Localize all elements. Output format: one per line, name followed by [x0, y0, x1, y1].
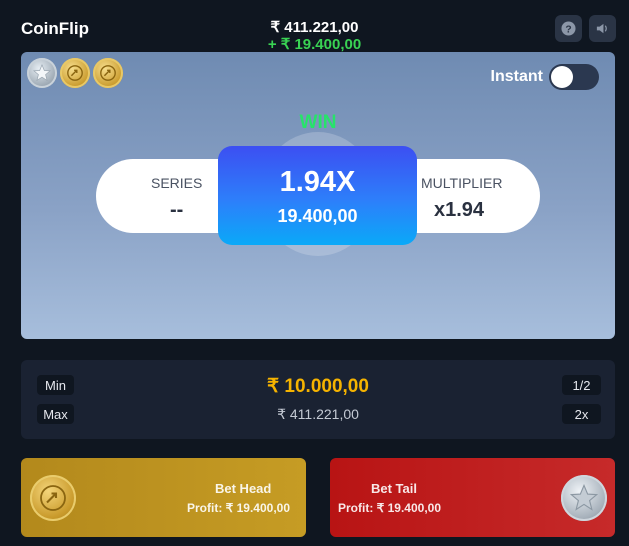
balance-amount: ₹ 411.221,00 [270, 19, 359, 36]
game-stage: Instant WIN SERIES -- MULTIPLIER x1.94 1… [21, 52, 615, 339]
multiplier-label: MULTIPLIER [421, 175, 503, 191]
history-coin-head [60, 58, 90, 88]
multiplier-value: x1.94 [434, 199, 485, 221]
series-panel: SERIES -- [96, 159, 236, 233]
win-amount: 19.400,00 [277, 206, 358, 226]
history-coin-tail [27, 58, 57, 88]
series-label: SERIES [151, 175, 203, 191]
tail-coin [561, 475, 607, 521]
bet-head-label: Bet Head [215, 481, 272, 496]
half-button[interactable]: 1/2 [562, 375, 601, 395]
toggle-knob [551, 66, 573, 88]
series-value: -- [170, 199, 184, 221]
win-label: WIN [299, 112, 337, 133]
bet-tail-profit: Profit: ₹ 19.400,00 [338, 501, 442, 515]
instant-control: Instant [491, 64, 599, 90]
head-coin-icon [100, 65, 116, 81]
bet-amount-value[interactable]: ₹ 10.000,00 [21, 375, 615, 398]
question-circle-icon: ? [561, 21, 576, 36]
win-result-card: 1.94X 19.400,00 [218, 146, 417, 245]
bet-amount-panel: Min Max ₹ 10.000,00 ₹ 411.221,00 1/2 2x [21, 360, 615, 439]
speaker-icon [596, 23, 607, 34]
star-coin-icon [33, 64, 51, 82]
balance-change: + ₹ 19.400,00 [267, 36, 362, 53]
multiplier-panel: MULTIPLIER x1.94 [400, 159, 540, 233]
bet-tail-button[interactable]: Bet Tail Profit: ₹ 19.400,00 [330, 458, 615, 537]
head-coin-icon [67, 65, 83, 81]
star-coin-icon [570, 484, 598, 511]
instant-label: Instant [490, 68, 543, 85]
balance-display: ₹ 411.221,00 + ₹ 19.400,00 [0, 19, 629, 53]
head-coin-icon [40, 485, 66, 511]
header: CoinFlip ₹ 411.221,00 + ₹ 19.400,00 ? [0, 0, 629, 53]
double-button[interactable]: 2x [562, 404, 601, 424]
instant-toggle[interactable] [549, 64, 599, 90]
help-button[interactable]: ? [555, 15, 582, 42]
bet-head-profit: Profit: ₹ 19.400,00 [187, 501, 291, 515]
svg-text:?: ? [565, 24, 571, 35]
result-history [27, 58, 123, 88]
head-coin [30, 475, 76, 521]
bet-head-button[interactable]: Bet Head Profit: ₹ 19.400,00 [21, 458, 306, 537]
win-multiplier: 1.94X [279, 166, 356, 198]
sound-button[interactable] [589, 15, 616, 42]
bet-tail-label: Bet Tail [371, 481, 417, 496]
history-coin-head [93, 58, 123, 88]
max-amount-value: ₹ 411.221,00 [277, 406, 359, 422]
